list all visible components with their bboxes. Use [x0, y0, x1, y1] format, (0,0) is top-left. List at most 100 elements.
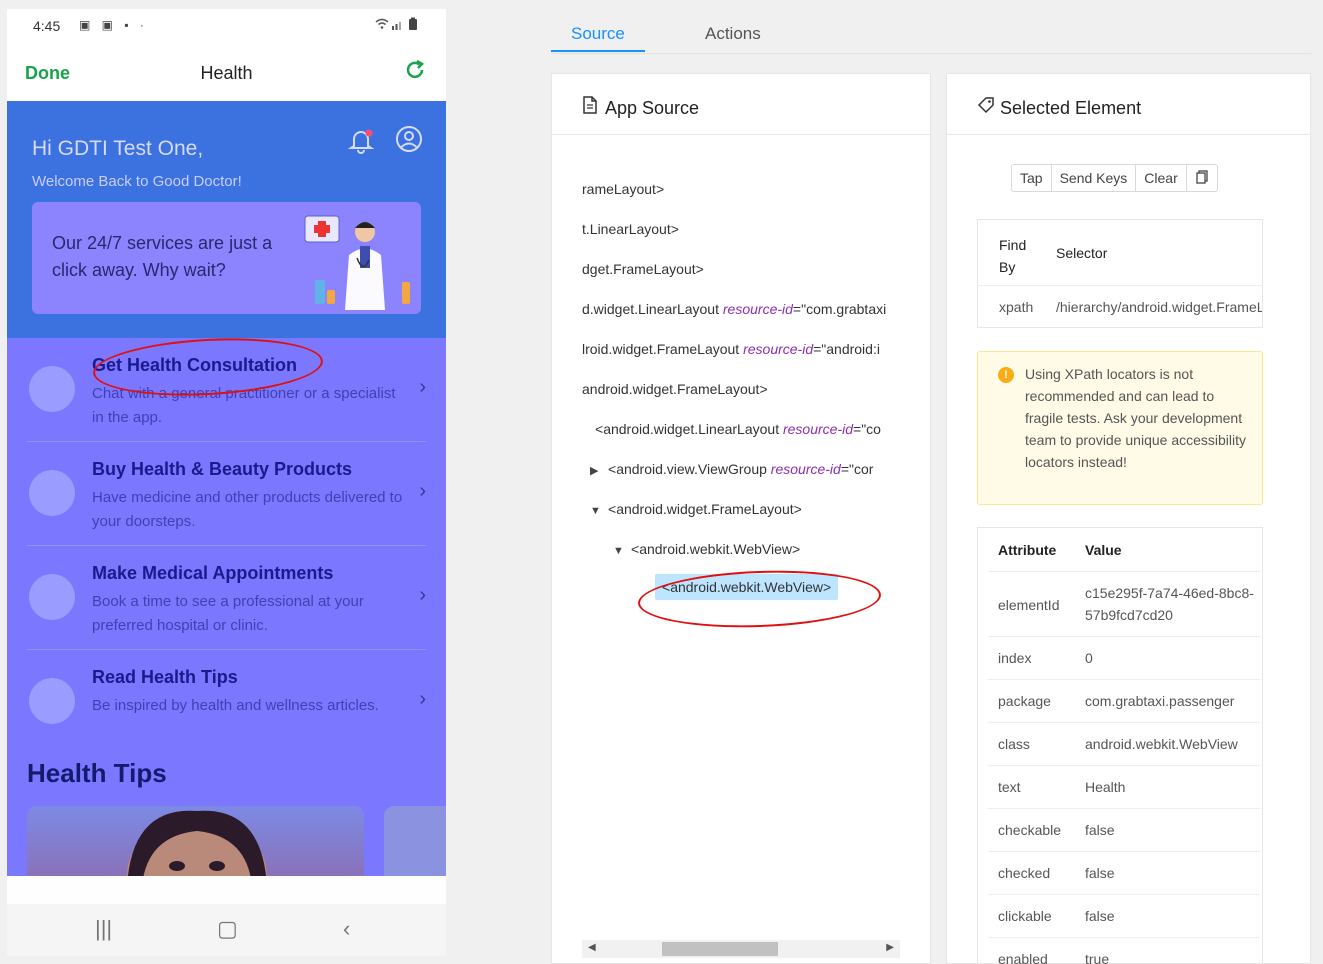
tree-node[interactable]: android.widget.FrameLayout>: [582, 381, 768, 397]
promo-card[interactable]: Our 24/7 services are just a click away.…: [32, 202, 421, 314]
tree-node-open: <: [608, 501, 617, 517]
expand-caret-icon[interactable]: ▶: [590, 464, 608, 477]
tree-node[interactable]: dget.FrameLayout>: [582, 261, 704, 277]
service-desc: Be inspired by health and wellness artic…: [92, 697, 379, 714]
attribute-key: clickable: [998, 908, 1052, 924]
service-desc: Have medicine and other products deliver…: [92, 489, 403, 530]
tree-node[interactable]: <android.widget.LinearLayout resource-id…: [595, 421, 881, 437]
service-read-health-tips[interactable]: Read Health Tips Be inspired by health a…: [27, 650, 426, 754]
screen: 4:45 ▣ ▣ ▪ · Done Health Hi GDTI Test On…: [0, 0, 1323, 964]
inspector-tabs: Source Actions: [551, 18, 1311, 54]
service-title: Read Health Tips: [92, 667, 238, 687]
tree-node[interactable]: d.widget.LinearLayout resource-id="com.g…: [582, 301, 886, 317]
copy-icon[interactable]: [1186, 165, 1217, 191]
tree-node-attr-value: ="android:i: [813, 341, 880, 357]
attribute-value: c15e295f-7a74-46ed-8bc8-57b9fcd7cd20: [1085, 585, 1254, 623]
service-title: Buy Health & Beauty Products: [92, 459, 353, 479]
tab-source[interactable]: Source: [571, 24, 625, 44]
tree-node-tag: android.widget.LinearLayout: [603, 421, 780, 437]
nav-bar-divider: [7, 876, 446, 904]
tree-node[interactable]: lroid.widget.FrameLayout resource-id="an…: [582, 341, 880, 357]
collapse-caret-icon[interactable]: ▼: [590, 505, 608, 517]
element-actions: Tap Send Keys Clear: [1011, 164, 1218, 192]
collapse-caret-icon[interactable]: ▼: [613, 545, 631, 557]
nav-title: Health: [200, 63, 253, 83]
home-icon[interactable]: ▢: [217, 916, 238, 942]
status-bar: 4:45 ▣ ▣ ▪ ·: [7, 9, 446, 45]
app-nav-bar: Done Health: [7, 45, 446, 101]
service-buy-health-products[interactable]: Buy Health & Beauty Products Have medici…: [27, 442, 426, 546]
signal-battery-icons: [374, 17, 422, 34]
send-keys-button[interactable]: Send Keys: [1051, 165, 1137, 191]
tree-node-tag: rameLayout: [582, 181, 656, 197]
attribute-key: text: [998, 779, 1021, 795]
value-header: Value: [1085, 542, 1122, 558]
attribute-value: 0: [1085, 650, 1093, 666]
scrollbar-thumb[interactable]: [662, 942, 778, 956]
source-tree[interactable]: rameLayout> t.LinearLayout> dget.FrameLa…: [582, 174, 902, 934]
attribute-key: package: [998, 693, 1051, 709]
chevron-right-icon: ›: [419, 688, 426, 710]
chevron-right-icon: ›: [419, 480, 426, 502]
notification-icons: ▣ ▣ ▪ ·: [79, 18, 148, 32]
tab-actions[interactable]: Actions: [705, 24, 761, 44]
recent-apps-icon[interactable]: |||: [95, 916, 112, 942]
health-tip-card-next[interactable]: [384, 806, 446, 886]
tree-node-attr: resource-id: [782, 421, 854, 437]
warning-icon: !: [998, 367, 1014, 383]
chevron-right-icon: ›: [419, 584, 426, 606]
attribute-key: enabled: [998, 951, 1048, 964]
tree-node-open: <: [631, 541, 640, 557]
tree-node[interactable]: ▼ <android.webkit.WebView>: [613, 541, 800, 557]
attribute-value: false: [1085, 908, 1115, 924]
health-tip-card[interactable]: [27, 806, 364, 886]
user-profile-icon[interactable]: [395, 125, 423, 153]
service-make-appointments[interactable]: Make Medical Appointments Book a time to…: [27, 546, 426, 650]
attribute-key: checked: [998, 865, 1051, 881]
tree-node-tag: android.widget.FrameLayout: [616, 501, 794, 517]
service-desc: Book a time to see a professional at you…: [92, 593, 364, 634]
back-icon[interactable]: ‹: [343, 916, 350, 942]
tree-node-close: >: [791, 541, 801, 557]
app-source-header: App Source: [552, 74, 930, 135]
tree-node[interactable]: t.LinearLayout>: [582, 221, 679, 237]
attribute-value: false: [1085, 865, 1115, 881]
attribute-row: clickable false: [988, 895, 1260, 938]
selected-element-header: Selected Element: [947, 74, 1310, 135]
tree-node-close: >: [655, 181, 665, 197]
tree-node[interactable]: rameLayout>: [582, 181, 664, 197]
selector-value[interactable]: /hierarchy/android.widget.FrameLay: [1056, 299, 1262, 315]
calendar-icon: [29, 574, 75, 620]
attribute-value: Health: [1085, 779, 1126, 795]
attribute-header: Attribute: [998, 542, 1057, 558]
attribute-value: false: [1085, 822, 1115, 838]
scroll-right-icon[interactable]: ▶: [886, 942, 894, 953]
tree-node-attr-value: ="com.grabtaxi: [792, 301, 887, 317]
horizontal-scrollbar[interactable]: ◀ ▶: [582, 940, 900, 958]
tree-node-close: >: [793, 501, 802, 517]
scroll-left-icon[interactable]: ◀: [588, 942, 596, 953]
services-section: Get Health Consultation Chat with a gene…: [7, 338, 446, 886]
tree-node[interactable]: ▶ <android.view.ViewGroup resource-id="co…: [590, 461, 873, 477]
attribute-row: package com.grabtaxi.passenger: [988, 680, 1260, 723]
attribute-row: elementId c15e295f-7a74-46ed-8bc8-57b9fc…: [988, 572, 1260, 637]
attribute-row: enabled true: [988, 938, 1260, 964]
refresh-icon[interactable]: [404, 59, 426, 87]
newspaper-icon: [29, 678, 75, 724]
selector-table: Find By Selector xpath /hierarchy/androi…: [977, 219, 1263, 328]
bell-icon[interactable]: [347, 127, 375, 155]
phone-screenshot[interactable]: 4:45 ▣ ▣ ▪ · Done Health Hi GDTI Test On…: [7, 9, 446, 956]
clear-button[interactable]: Clear: [1136, 165, 1187, 191]
tree-node-open: <: [608, 461, 617, 477]
selected-element-title: Selected Element: [1000, 98, 1142, 118]
warning-text: Using XPath locators is not recommended …: [1025, 366, 1247, 470]
tap-button[interactable]: Tap: [1012, 165, 1052, 191]
app-source-title: App Source: [605, 98, 700, 118]
health-tips-heading: Health Tips: [27, 758, 167, 788]
tree-node-close: >: [695, 261, 704, 277]
attribute-row: class android.webkit.WebView: [988, 723, 1260, 766]
selected-element-panel: Selected Element Tap Send Keys Clear Fin…: [946, 73, 1311, 964]
tree-node[interactable]: ▼ <android.widget.FrameLayout>: [590, 501, 802, 517]
tree-node-tag: android.widget.FrameLayout: [582, 381, 760, 397]
greeting-text: Hi GDTI Test One,: [32, 137, 204, 160]
